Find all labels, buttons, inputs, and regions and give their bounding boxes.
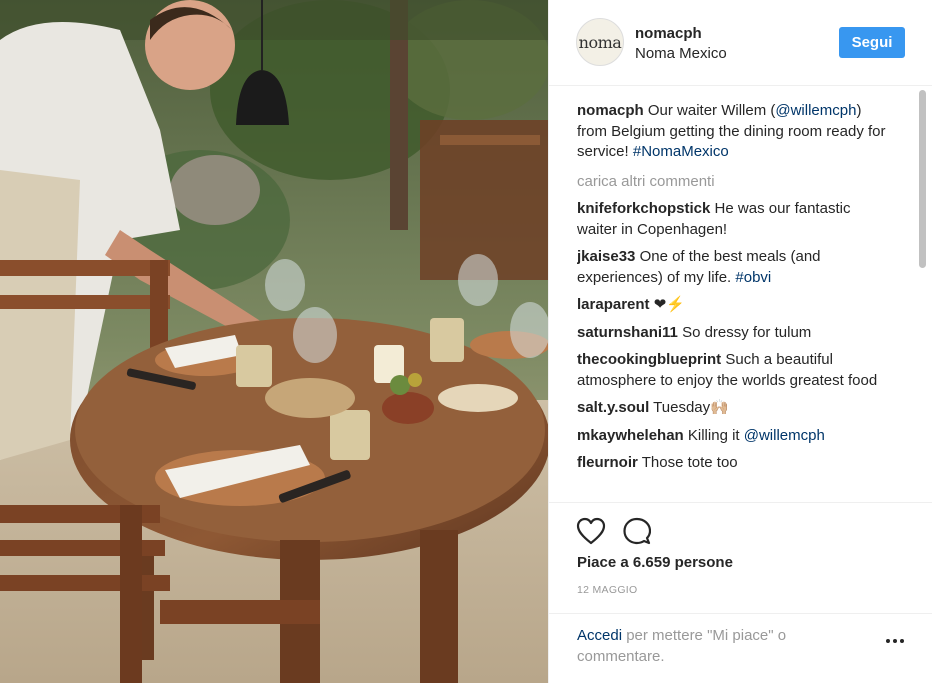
restaurant-photo-illustration [0, 0, 548, 683]
avatar[interactable]: noma [576, 18, 624, 66]
comment-username[interactable]: mkaywhelehan [577, 427, 684, 444]
comment-text: Those tote too [641, 454, 738, 471]
likes-count[interactable]: Piace a 6.659 persone [577, 554, 733, 571]
comment-mention-link[interactable]: @willemcph [744, 427, 825, 444]
comment-text: ❤⚡ [653, 296, 685, 313]
login-link[interactable]: Accedi [577, 627, 622, 644]
post-photo [0, 0, 548, 683]
comment-username[interactable]: thecookingblueprint [577, 351, 721, 368]
post-side-panel: noma nomacph Noma Mexico Segui nomacph O… [548, 0, 932, 683]
caption-hashtag-link[interactable]: #NomaMexico [633, 143, 729, 160]
comment-text: Tuesday🙌🏼 [653, 399, 729, 416]
post-date: 12 MAGGIO [577, 584, 638, 596]
post-location[interactable]: Noma Mexico [635, 45, 727, 62]
comment-item: mkaywhelehan Killing it @willemcph [577, 426, 889, 447]
caption-username[interactable]: nomacph [577, 102, 644, 119]
comments-list: nomacph Our waiter Willem (@willemcph) f… [577, 88, 922, 502]
caption-text-1: Our waiter Willem ( [647, 102, 776, 119]
post-actions: Piace a 6.659 persone 12 MAGGIO Accedi p… [549, 502, 932, 683]
load-more-comments-button[interactable]: carica altri commenti [577, 172, 889, 193]
more-options-icon[interactable] [886, 639, 904, 647]
dot [886, 639, 890, 643]
comment-username[interactable]: knifeforkchopstick [577, 200, 710, 217]
login-prompt: Accedi per mettere "Mi piace" o commenta… [577, 625, 847, 667]
comment-text: Killing it [687, 426, 740, 444]
comment-hashtag-link[interactable]: #obvi [735, 269, 771, 286]
post-caption: nomacph Our waiter Willem (@willemcph) f… [577, 101, 889, 163]
follow-button[interactable]: Segui [839, 27, 905, 58]
dot [893, 639, 897, 643]
comment-username[interactable]: salt.y.soul [577, 399, 649, 416]
comment-icon[interactable] [623, 517, 651, 545]
divider [549, 613, 932, 614]
comment-item: knifeforkchopstick He was our fantastic … [577, 199, 889, 240]
comment-item: fleurnoir Those tote too [577, 453, 889, 474]
comment-username[interactable]: fleurnoir [577, 454, 638, 471]
comment-item: thecookingblueprint Such a beautiful atm… [577, 350, 889, 391]
comment-username[interactable]: saturnshani11 [577, 324, 678, 341]
comment-text: So dressy for tulum [682, 323, 812, 341]
comment-item: jkaise33 One of the best meals (and expe… [577, 247, 889, 288]
dot [900, 639, 904, 643]
comment-item: saturnshani11 So dressy for tulum [577, 323, 889, 344]
comment-username[interactable]: laraparent [577, 296, 650, 313]
post-header: noma nomacph Noma Mexico Segui [549, 0, 932, 86]
post-username[interactable]: nomacph [635, 25, 702, 42]
caption-mention-link[interactable]: @willemcph [775, 102, 856, 119]
avatar-logo-text: noma [578, 32, 622, 52]
comment-item: salt.y.soul Tuesday🙌🏼 [577, 398, 889, 419]
comment-username[interactable]: jkaise33 [577, 248, 635, 265]
comment-item: laraparent ❤⚡ [577, 295, 889, 316]
heart-icon[interactable] [576, 517, 606, 545]
